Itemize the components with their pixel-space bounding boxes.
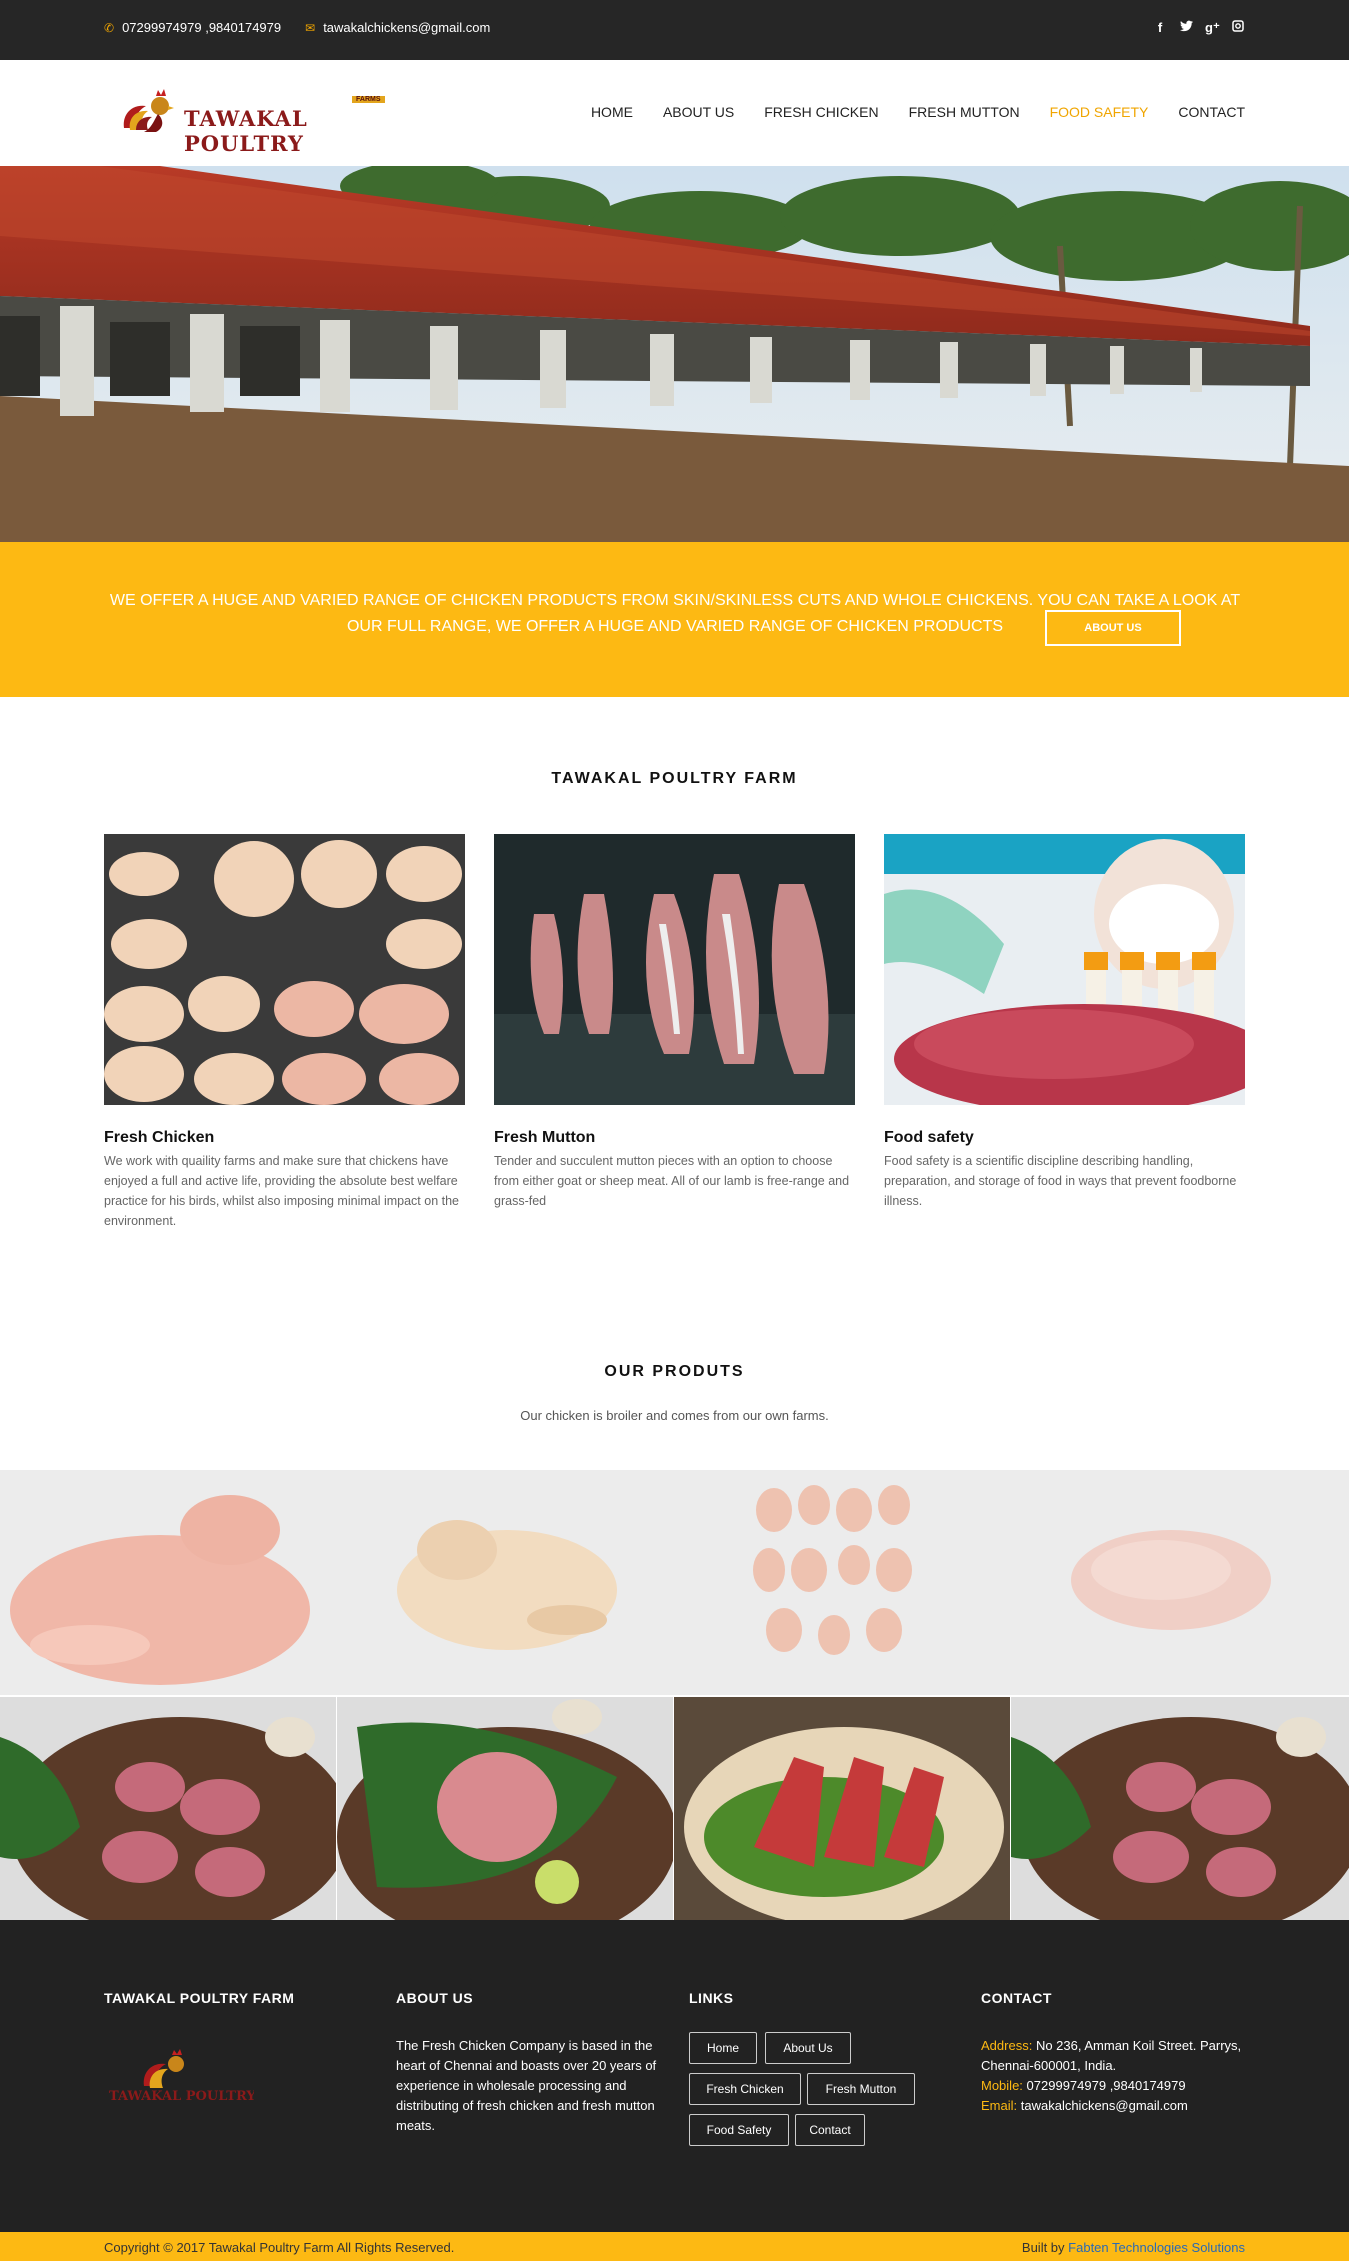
mobile-text: 07299974979 ,9840174979 <box>1026 2078 1186 2093</box>
site-footer: TAWAKAL POULTRY FARM TAWAKAL POULTRY ABO… <box>0 1920 1349 2232</box>
nav-fresh-mutton[interactable]: FRESH MUTTON <box>909 104 1020 120</box>
mobile-label: Mobile: <box>981 2078 1023 2093</box>
footer-link-home[interactable]: Home <box>689 2032 757 2064</box>
footer-address: Address: No 236, Amman Koil Street. Parr… <box>981 2036 1251 2076</box>
phone-icon: ✆ <box>104 20 115 35</box>
products-subtitle: Our chicken is broiler and comes from ou… <box>520 1408 829 1423</box>
built-by: Built by Fabten Technologies Solutions <box>1022 2240 1245 2255</box>
footer-logo-icon[interactable]: TAWAKAL POULTRY <box>104 2036 256 2106</box>
footer-email: Email: tawakalchickens@gmail.com <box>981 2096 1251 2116</box>
footer-links-title: LINKS <box>689 1990 734 2006</box>
footer-about-text: The Fresh Chicken Company is based in th… <box>396 2038 657 2133</box>
main-nav: HOME ABOUT US FRESH CHICKEN FRESH MUTTON… <box>591 104 1245 120</box>
phone-text: 07299974979 ,9840174979 <box>122 20 282 35</box>
promo-banner: WE OFFER A HUGE AND VARIED RANGE OF CHIC… <box>0 542 1349 697</box>
social-links: f g⁺ <box>1153 20 1245 36</box>
twitter-icon[interactable] <box>1179 20 1193 36</box>
product-whole-chicken-skinless[interactable] <box>0 1470 337 1695</box>
footer-col-contact: CONTACT Address: No 236, Amman Koil Stre… <box>981 1990 1251 2116</box>
built-by-label: Built by <box>1021 2240 1065 2255</box>
email-label: Email: <box>981 2098 1018 2113</box>
product-chicken-pieces[interactable] <box>674 1470 1011 1695</box>
built-by-link[interactable]: Fabten Technologies Solutions <box>1068 2240 1245 2255</box>
product-chicken-breast[interactable] <box>1011 1470 1349 1695</box>
logo-badge: FARMS <box>352 96 385 103</box>
footer-col-links: LINKS Home About Us Fresh Chicken Fresh … <box>689 1990 949 2190</box>
fresh-chicken-text: We work with quaility farms and make sur… <box>104 1154 459 1228</box>
footer-link-fresh-chicken[interactable]: Fresh Chicken <box>689 2073 801 2105</box>
product-mutton-boneless[interactable] <box>1011 1697 1349 1920</box>
poultry-shed-photo <box>0 166 1349 542</box>
fresh-chicken-image <box>104 834 465 1105</box>
banner-about-us-button[interactable]: ABOUT US <box>1045 610 1181 646</box>
farm-section-title: TAWAKAL POULTRY FARM <box>551 770 798 787</box>
footer-col-about: ABOUT US The Fresh Chicken Company is ba… <box>396 1990 666 2136</box>
footer-link-fresh-mutton[interactable]: Fresh Mutton <box>807 2073 915 2105</box>
top-bar: ✆ 07299974979 ,9840174979 ✉ tawakalchick… <box>0 0 1349 60</box>
email-link[interactable]: tawakalchickens@gmail.com <box>1021 2098 1188 2113</box>
footer-link-about-us[interactable]: About Us <box>765 2032 851 2064</box>
footer-link-contact[interactable]: Contact <box>795 2114 865 2146</box>
fresh-chicken-title: Fresh Chicken <box>104 1129 215 1146</box>
fresh-mutton-title: Fresh Mutton <box>494 1129 596 1146</box>
nav-food-safety[interactable]: FOOD SAFETY <box>1050 104 1149 120</box>
phone-info: ✆ 07299974979 ,9840174979 <box>104 20 281 35</box>
products-title: OUR PRODUTS <box>604 1363 745 1380</box>
chicken-products-row <box>0 1470 1349 1695</box>
site-logo[interactable]: TAWAKAL POULTRY FARMS <box>114 84 404 156</box>
fresh-mutton-text: Tender and succulent mutton pieces with … <box>494 1154 850 1208</box>
card-food-safety[interactable]: Food safety Food safety is a scientific … <box>884 834 1245 1211</box>
nav-contact[interactable]: CONTACT <box>1178 104 1245 120</box>
svg-text:TAWAKAL POULTRY: TAWAKAL POULTRY <box>109 2089 254 2104</box>
top-contact-info: ✆ 07299974979 ,9840174979 ✉ tawakalchick… <box>104 20 514 35</box>
site-header: TAWAKAL POULTRY FARMS HOME ABOUT US FRES… <box>0 60 1349 166</box>
footer-link-food-safety[interactable]: Food Safety <box>689 2114 789 2146</box>
copyright-text: Copyright © 2017 Tawakal Poultry Farm Al… <box>104 2240 455 2255</box>
rooster-logo-icon <box>123 89 174 132</box>
food-safety-title: Food safety <box>884 1129 974 1146</box>
email-text[interactable]: tawakalchickens@gmail.com <box>323 20 490 35</box>
product-mutton-chops[interactable] <box>674 1697 1010 1920</box>
address-label: Address: <box>981 2038 1033 2053</box>
instagram-icon[interactable] <box>1231 20 1245 36</box>
footer-about-title: ABOUT US <box>396 1990 474 2006</box>
footer-mobile: Mobile: 07299974979 ,9840174979 <box>981 2076 1251 2096</box>
product-mutton-keema[interactable] <box>337 1697 673 1920</box>
email-info[interactable]: ✉ tawakalchickens@gmail.com <box>305 20 490 35</box>
fresh-mutton-image <box>494 834 855 1105</box>
copyright-bar: Copyright © 2017 Tawakal Poultry Farm Al… <box>0 2232 1349 2261</box>
facebook-icon[interactable]: f <box>1153 20 1167 36</box>
mutton-products-row <box>0 1697 1349 1920</box>
product-whole-chicken[interactable] <box>337 1470 674 1695</box>
logo-text: TAWAKAL POULTRY <box>184 106 308 156</box>
hero-image <box>0 166 1349 542</box>
nav-about-us[interactable]: ABOUT US <box>663 104 734 120</box>
food-safety-text: Food safety is a scientific discipline d… <box>884 1154 1237 1208</box>
footer-brand-title: TAWAKAL POULTRY FARM <box>104 1990 295 2006</box>
card-fresh-mutton[interactable]: Fresh Mutton Tender and succulent mutton… <box>494 834 855 1211</box>
product-mutton-curry-cut[interactable] <box>0 1697 336 1920</box>
footer-col-brand: TAWAKAL POULTRY FARM TAWAKAL POULTRY <box>104 1990 364 2111</box>
google-plus-icon[interactable]: g⁺ <box>1205 20 1220 36</box>
food-safety-image <box>884 834 1245 1105</box>
nav-home[interactable]: HOME <box>591 104 633 120</box>
footer-contact-title: CONTACT <box>981 1990 1052 2006</box>
nav-fresh-chicken[interactable]: FRESH CHICKEN <box>764 104 878 120</box>
card-fresh-chicken[interactable]: Fresh Chicken We work with quaility farm… <box>104 834 465 1231</box>
envelope-icon: ✉ <box>305 20 316 35</box>
